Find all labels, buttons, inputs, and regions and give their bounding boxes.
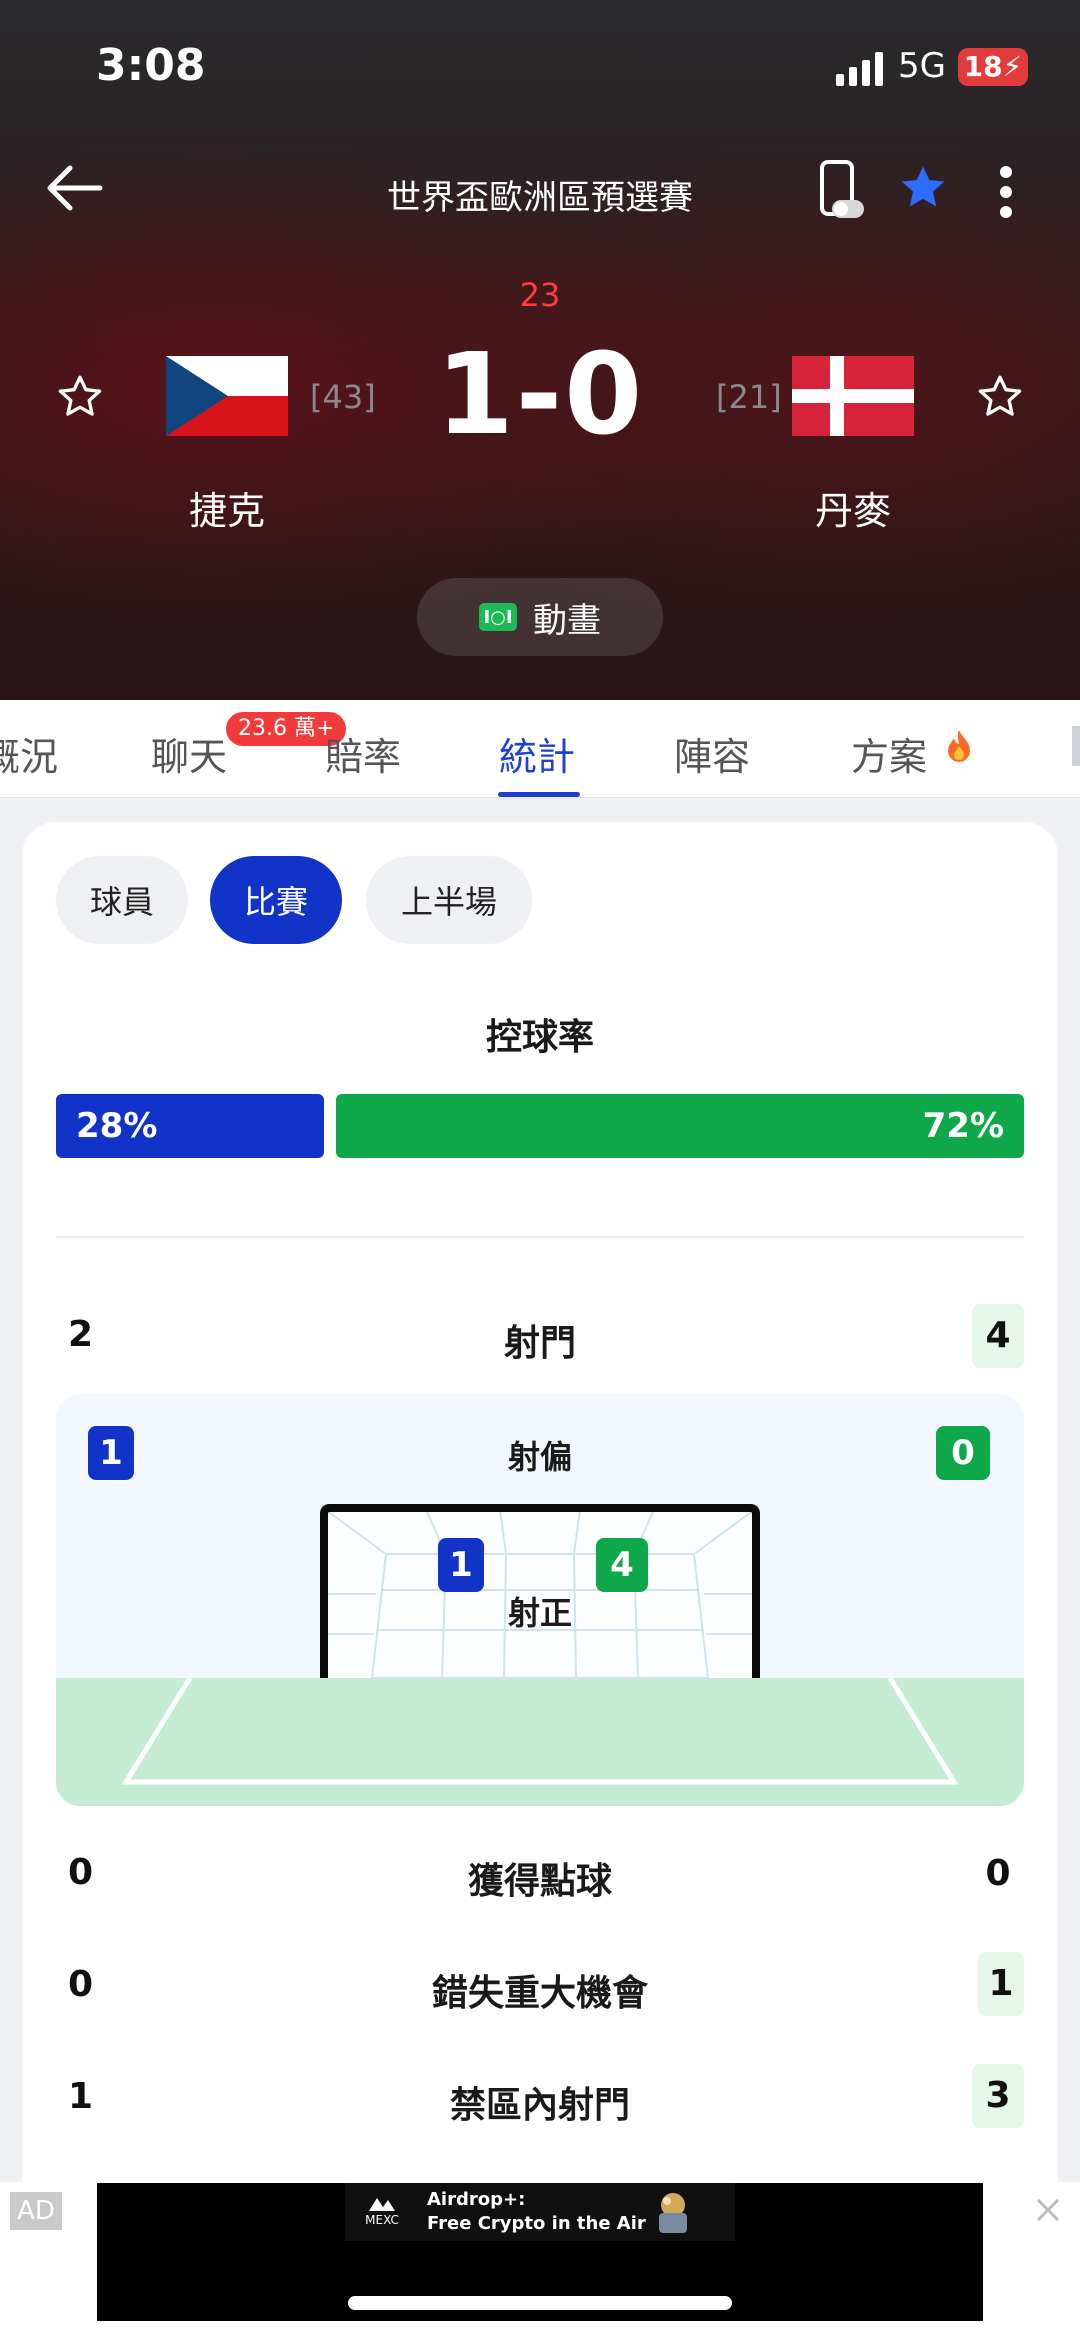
pitch-icon: I○I <box>479 603 517 631</box>
favorite-star-icon[interactable] <box>896 162 950 218</box>
home-follow-star-icon[interactable] <box>54 372 106 426</box>
shots-away: 4 <box>972 1304 1024 1368</box>
match-score: 1-0 <box>435 330 645 460</box>
on-target-away: 4 <box>596 1538 648 1592</box>
tab-odds[interactable]: 賠率 <box>325 726 401 781</box>
active-tab-indicator <box>498 792 580 797</box>
possession-title: 控球率 <box>485 1017 594 1058</box>
off-target-label: 射偏 <box>507 1438 572 1476</box>
battery-icon: 18⚡ <box>958 48 1028 86</box>
section-divider <box>56 1236 1024 1238</box>
phone-toggle-icon[interactable] <box>818 160 868 226</box>
czech-flag <box>166 356 288 436</box>
tab-overflow-hint <box>1072 726 1080 766</box>
home-rank: [43] <box>310 378 376 416</box>
tab-tips[interactable]: 方案 <box>851 726 927 781</box>
penalties-label: 獲得點球 <box>467 1861 612 1902</box>
on-target-home: 1 <box>438 1538 484 1592</box>
tab-stats[interactable]: 統計 <box>499 726 575 781</box>
tab-overview[interactable]: 概況 <box>0 726 58 781</box>
shots-label: 射門 <box>503 1323 576 1364</box>
big-chances-label: 錯失重大機會 <box>431 1973 648 2014</box>
denmark-flag <box>792 356 914 436</box>
ad-brand: MEXC <box>365 2213 399 2227</box>
ad-headline: Airdrop+: <box>427 2189 526 2210</box>
away-possession-value: 72% <box>922 1106 1004 1146</box>
mexc-logo: MEXC <box>359 2195 405 2227</box>
animation-button[interactable]: I○I 動畫 <box>417 578 663 656</box>
ad-graphic-icon <box>645 2187 701 2241</box>
animation-label: 動畫 <box>533 600 601 641</box>
status-time: 3:08 <box>96 40 206 91</box>
ad-subline: Free Crypto in the Air <box>427 2213 646 2234</box>
away-rank: [21] <box>716 378 782 416</box>
filter-players-label: 球員 <box>89 883 154 921</box>
filter-first-half[interactable]: 上半場 <box>366 856 532 944</box>
ad-close-icon[interactable] <box>1034 2196 1062 2228</box>
away-possession-bar: 72% <box>336 1094 1024 1158</box>
big-chances-away: 1 <box>978 1952 1024 2016</box>
shots-in-box-label: 禁區內射門 <box>449 2085 630 2126</box>
signal-icon <box>836 52 888 90</box>
away-team-name[interactable]: 丹麥 <box>753 480 953 535</box>
filter-match-label: 比賽 <box>243 883 308 921</box>
battery-level: 18 <box>963 50 1003 83</box>
home-possession-value: 28% <box>76 1106 158 1146</box>
ad-content[interactable]: MEXC Airdrop+: Free Crypto in the Air <box>345 2183 735 2241</box>
tab-chat[interactable]: 聊天 <box>151 726 227 781</box>
filter-players[interactable]: 球員 <box>56 856 188 944</box>
shots-in-box-away: 3 <box>972 2064 1024 2128</box>
filter-match[interactable]: 比賽 <box>210 856 342 944</box>
match-minute: 23 <box>519 276 561 314</box>
fire-icon <box>944 728 974 768</box>
tab-tips-label: 方案 <box>851 735 928 779</box>
away-follow-star-icon[interactable] <box>974 372 1026 426</box>
penalties-away: 0 <box>985 1853 1011 1894</box>
ad-tag: AD <box>10 2192 62 2230</box>
more-menu-icon[interactable] <box>996 164 1016 224</box>
on-target-label: 射正 <box>507 1594 572 1632</box>
off-target-away: 0 <box>936 1426 990 1480</box>
network-type: 5G <box>898 46 946 86</box>
home-indicator[interactable] <box>348 2296 732 2310</box>
home-team-name[interactable]: 捷克 <box>127 480 327 535</box>
tab-lineup[interactable]: 陣容 <box>674 726 750 781</box>
filter-first-half-label: 上半場 <box>400 883 497 921</box>
home-possession-bar: 28% <box>56 1094 324 1158</box>
